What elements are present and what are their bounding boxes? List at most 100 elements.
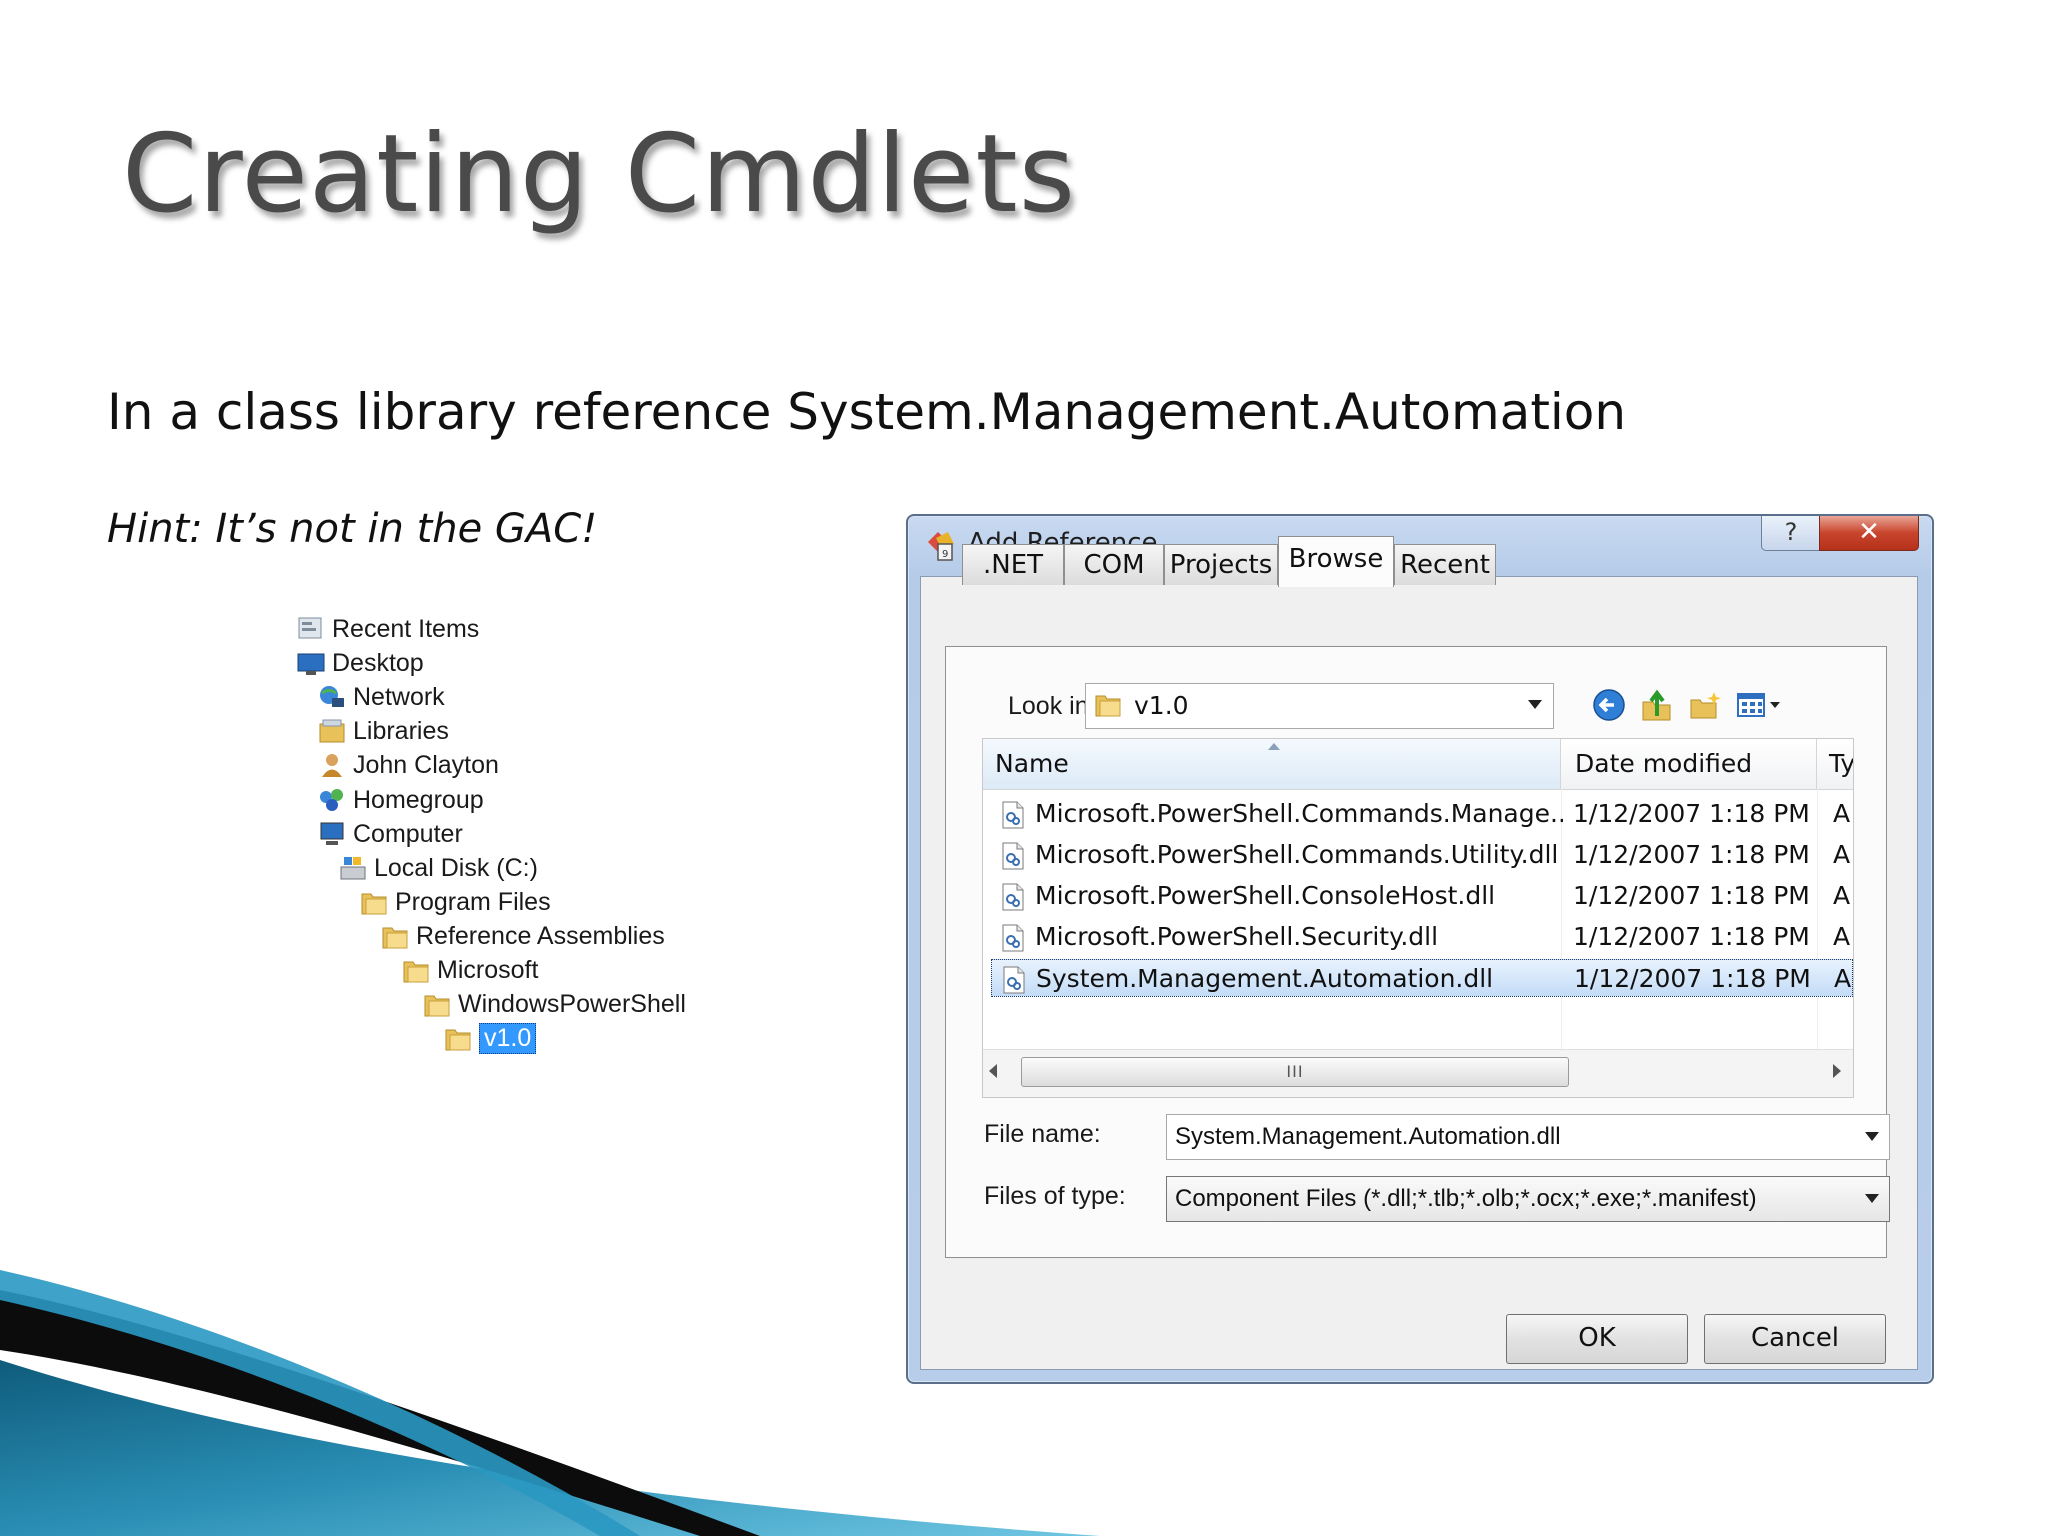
chevron-down-icon: [1528, 700, 1542, 709]
tree-item-label: Computer: [353, 819, 463, 848]
tree-item-label: Program Files: [395, 887, 551, 916]
tree-item-label: Reference Assemblies: [416, 921, 665, 950]
tree-item[interactable]: Local Disk (C:): [338, 851, 538, 885]
dll-file-icon: [1002, 924, 1024, 952]
file-row[interactable]: Microsoft.PowerShell.ConsoleHost.dll 1/12…: [991, 877, 1853, 915]
new-folder-icon[interactable]: [1688, 688, 1722, 722]
tab-net[interactable]: .NET: [962, 544, 1064, 585]
tree-item-label: Libraries: [353, 716, 449, 745]
folder-icon: [382, 927, 408, 949]
disk-icon: [340, 857, 366, 880]
column-header: Name Date modified Ty: [983, 739, 1853, 790]
file-type-cell: A: [1833, 922, 1851, 951]
tree-item-label: v1.0: [479, 1022, 537, 1054]
tree-item[interactable]: WindowsPowerShell: [422, 987, 686, 1021]
add-reference-icon: 9: [928, 532, 954, 561]
tab-com[interactable]: COM: [1064, 544, 1164, 585]
file-list[interactable]: Name Date modified Ty Microsoft.PowerShe…: [982, 738, 1854, 1098]
help-button[interactable]: ?: [1761, 516, 1821, 551]
folder-icon: [361, 893, 387, 915]
dll-file-icon: [1002, 842, 1024, 870]
network-icon: [320, 686, 344, 707]
folder-icon: [445, 1029, 471, 1051]
file-name-cell: Microsoft.PowerShell.Security.dll: [1035, 922, 1439, 951]
homegroup-icon: [320, 789, 343, 811]
dll-file-icon: [1002, 801, 1024, 829]
tree-item-label: Homegroup: [353, 785, 484, 814]
scrollbar-grip: III: [1286, 1062, 1304, 1081]
close-button[interactable]: ✕: [1819, 516, 1919, 551]
tree-item[interactable]: Computer: [317, 817, 463, 851]
file-type-cell: A: [1833, 840, 1851, 869]
file-type-cell: A: [1833, 881, 1851, 910]
tree-item[interactable]: Homegroup: [317, 783, 484, 817]
tree-item[interactable]: Network: [317, 680, 445, 714]
scroll-left-icon[interactable]: [989, 1064, 997, 1078]
dll-file-icon: [1003, 966, 1025, 994]
folder-icon: [403, 961, 429, 983]
tree-item-label: Network: [353, 682, 445, 711]
slide-subtitle: In a class library reference System.Mana…: [107, 383, 1627, 441]
look-in-dropdown[interactable]: v1.0: [1085, 683, 1554, 729]
column-header-date-modified[interactable]: Date modified: [1561, 739, 1817, 789]
file-row[interactable]: System.Management.Automation.dll 1/12/200…: [991, 959, 1853, 997]
file-row[interactable]: Microsoft.PowerShell.Commands.Utility.dl…: [991, 836, 1853, 874]
tree-item-label: Desktop: [332, 648, 424, 677]
file-name-value: System.Management.Automation.dll: [1175, 1123, 1561, 1150]
file-name-input[interactable]: System.Management.Automation.dll: [1166, 1114, 1890, 1160]
scrollbar-thumb[interactable]: III: [1021, 1057, 1569, 1087]
ok-button[interactable]: OK: [1506, 1314, 1688, 1364]
horizontal-scrollbar[interactable]: III: [983, 1049, 1853, 1097]
look-in-value: v1.0: [1134, 691, 1189, 720]
tree-item[interactable]: Microsoft: [401, 953, 538, 987]
files-of-type-dropdown[interactable]: Component Files (*.dll;*.tlb;*.olb;*.ocx…: [1166, 1176, 1890, 1222]
tree-item[interactable]: Desktop: [296, 646, 424, 680]
slide-title: Creating Cmdlets: [122, 112, 1076, 237]
tree-item-label: Recent Items: [332, 614, 480, 643]
chevron-down-icon: [1865, 1194, 1879, 1203]
file-name-cell: Microsoft.PowerShell.Commands.Utility.dl…: [1035, 840, 1559, 869]
user-icon: [322, 754, 342, 777]
libraries-icon: [319, 719, 345, 743]
tab-browse[interactable]: Browse: [1278, 536, 1394, 587]
scroll-right-icon[interactable]: [1833, 1064, 1841, 1078]
tree-item[interactable]: Libraries: [317, 714, 449, 748]
tree-item[interactable]: v1.0: [443, 1021, 537, 1055]
recent-items-icon: [298, 617, 322, 639]
tree-item[interactable]: Program Files: [359, 885, 551, 919]
file-date-cell: 1/12/2007 1:18 PM: [1573, 922, 1810, 951]
file-name-cell: System.Management.Automation.dll: [1036, 964, 1494, 993]
tree-item[interactable]: Recent Items: [296, 612, 479, 646]
column-header-type[interactable]: Ty: [1817, 739, 1853, 789]
desktop-icon: [297, 653, 325, 675]
tab-projects[interactable]: Projects: [1164, 544, 1278, 585]
dll-file-icon: [1002, 883, 1024, 911]
folder-icon: [1095, 695, 1121, 717]
up-folder-icon[interactable]: [1640, 688, 1674, 722]
file-row[interactable]: Microsoft.PowerShell.Security.dll 1/12/20…: [991, 918, 1853, 956]
file-type-cell: A: [1833, 799, 1851, 828]
file-name-cell: Microsoft.PowerShell.Commands.Manage...: [1035, 799, 1563, 828]
tree-item[interactable]: John Clayton: [317, 748, 499, 782]
view-menu-icon[interactable]: [1736, 688, 1782, 722]
tree-item-label: John Clayton: [353, 750, 499, 779]
tree-item[interactable]: Reference Assemblies: [380, 919, 665, 953]
slide-hint: Hint: It’s not in the GAC!: [107, 506, 598, 552]
file-date-cell: 1/12/2007 1:18 PM: [1573, 881, 1810, 910]
chevron-down-icon: [1865, 1132, 1879, 1141]
folder-icon: [424, 995, 450, 1017]
back-icon[interactable]: [1592, 688, 1626, 722]
file-date-cell: 1/12/2007 1:18 PM: [1573, 799, 1810, 828]
tree-item-label: Microsoft: [437, 955, 539, 984]
file-name-cell: Microsoft.PowerShell.ConsoleHost.dll: [1035, 881, 1496, 910]
tree-item-label: Local Disk (C:): [374, 853, 538, 882]
file-row[interactable]: Microsoft.PowerShell.Commands.Manage... 1…: [991, 795, 1853, 833]
file-type-cell: A: [1834, 964, 1852, 993]
computer-icon: [320, 822, 344, 845]
sort-ascending-icon: [1268, 743, 1280, 750]
svg-text:9: 9: [942, 549, 948, 560]
file-date-cell: 1/12/2007 1:18 PM: [1573, 840, 1810, 869]
files-of-type-value: Component Files (*.dll;*.tlb;*.olb;*.ocx…: [1175, 1185, 1757, 1212]
tab-recent[interactable]: Recent: [1394, 544, 1496, 585]
cancel-button[interactable]: Cancel: [1704, 1314, 1886, 1364]
